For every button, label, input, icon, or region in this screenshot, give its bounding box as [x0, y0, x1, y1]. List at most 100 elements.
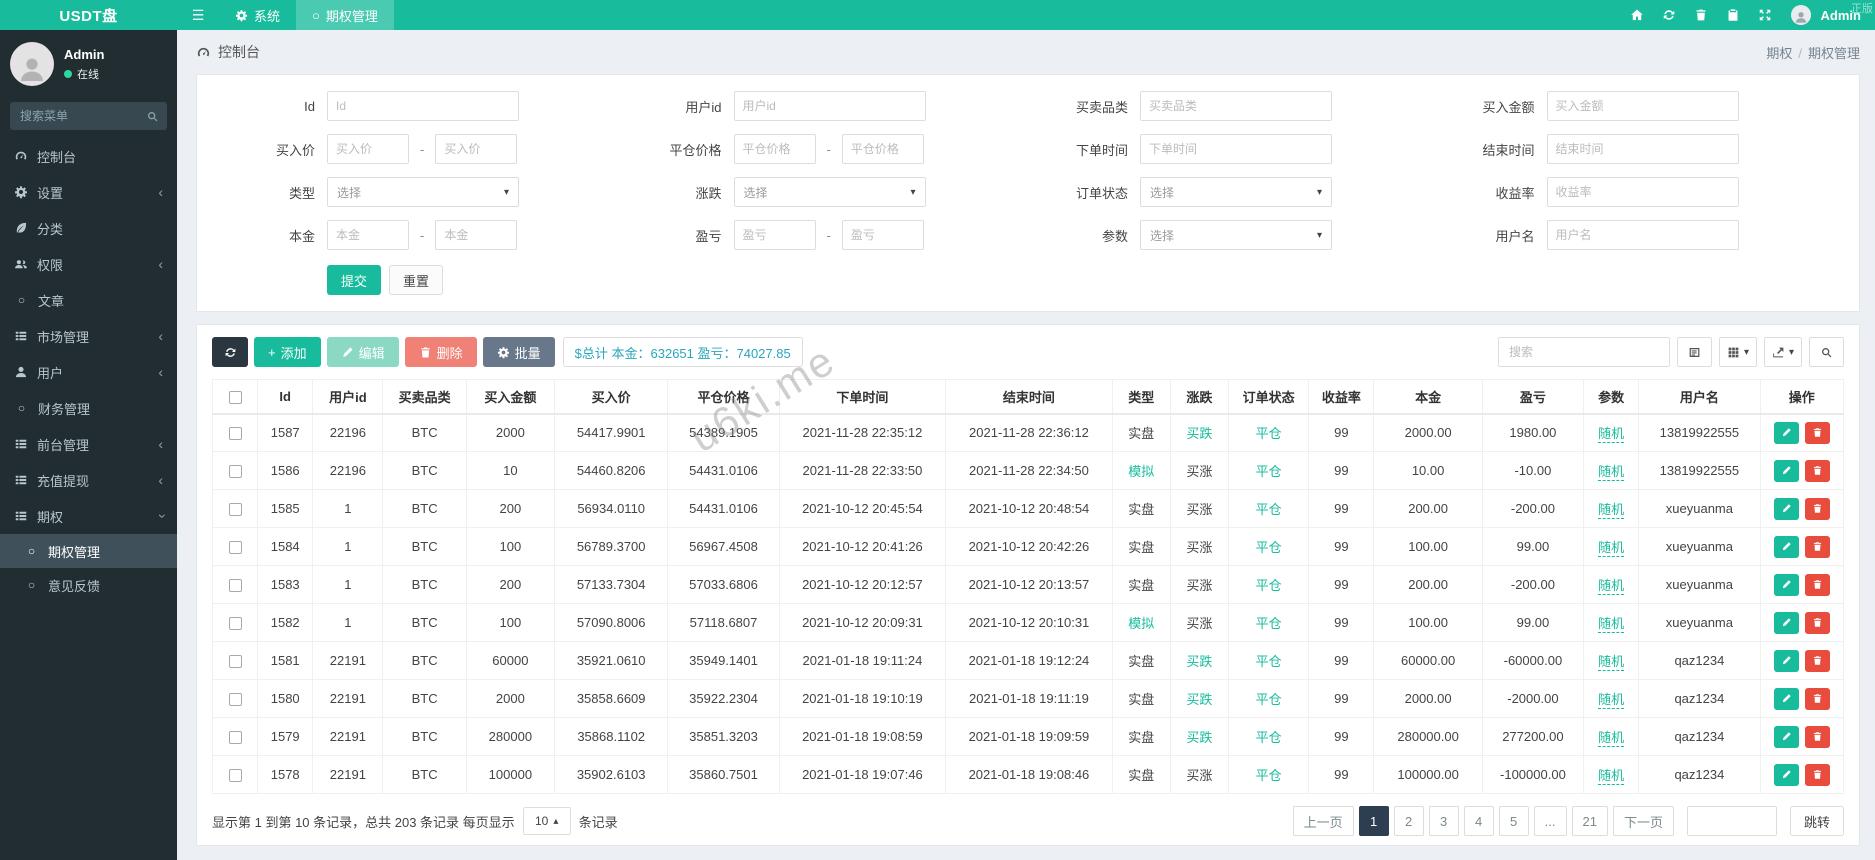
column-header-3[interactable]: 买入金额 [465, 379, 556, 415]
search-button[interactable] [1809, 337, 1844, 367]
column-header-15[interactable]: 用户名 [1638, 379, 1761, 415]
filter-param-select[interactable]: 选择 ▾ [1140, 220, 1332, 250]
column-header-10[interactable]: 订单状态 [1228, 379, 1310, 415]
filter-order-status-select[interactable]: 选择 ▾ [1140, 177, 1332, 207]
column-header-8[interactable]: 类型 [1111, 379, 1171, 415]
row-edit-button[interactable] [1773, 763, 1799, 786]
param-link[interactable]: 随机 [1598, 426, 1625, 444]
row-checkbox[interactable] [228, 427, 242, 441]
param-link[interactable]: 随机 [1598, 616, 1625, 633]
sidebar-item-options-manage[interactable]: ○ 期权管理 [0, 534, 177, 568]
filter-username-input[interactable] [1546, 220, 1739, 250]
filter-symbol-input[interactable] [1140, 91, 1332, 121]
app-logo[interactable]: USDT盘 [0, 0, 177, 30]
param-link[interactable]: 随机 [1598, 730, 1625, 747]
filter-user-id-input[interactable] [733, 91, 926, 121]
param-link[interactable]: 随机 [1598, 768, 1625, 785]
search-icon[interactable] [146, 110, 159, 123]
topbar-expand-button[interactable] [1751, 0, 1779, 30]
table-search-input[interactable] [1497, 337, 1670, 367]
breadcrumb-parent[interactable]: 期权 [1766, 46, 1792, 61]
page-21[interactable]: 21 [1571, 806, 1608, 836]
row-checkbox[interactable] [228, 731, 242, 745]
column-header-16[interactable]: 操作 [1759, 379, 1845, 415]
sidebar-item-dashboard[interactable]: 控制台 [0, 138, 177, 174]
topbar-home-button[interactable] [1623, 0, 1651, 30]
column-header-5[interactable]: 平仓价格 [667, 379, 780, 415]
sidebar-item-article[interactable]: ○ 文章 [0, 282, 177, 318]
row-delete-button[interactable] [1804, 573, 1830, 596]
row-edit-button[interactable] [1773, 611, 1799, 634]
delete-button[interactable]: 删除 [404, 337, 477, 367]
page-ellipsis[interactable]: ... [1533, 806, 1567, 836]
select-all-checkbox[interactable] [228, 390, 242, 404]
param-link[interactable]: 随机 [1598, 540, 1625, 557]
filter-end-time-input[interactable] [1546, 134, 1739, 164]
row-delete-button[interactable] [1804, 725, 1830, 748]
column-header-12[interactable]: 本金 [1373, 379, 1483, 415]
row-delete-button[interactable] [1804, 687, 1830, 710]
row-edit-button[interactable] [1773, 535, 1799, 558]
column-header-14[interactable]: 参数 [1583, 379, 1640, 415]
page-4[interactable]: 4 [1463, 806, 1494, 836]
filter-buy-amount-input[interactable] [1546, 91, 1739, 121]
sidebar-item-permission[interactable]: 权限 ‹ [0, 246, 177, 282]
sidebar-item-frontend[interactable]: 前台管理 ‹ [0, 426, 177, 462]
filter-buy-price-max-input[interactable] [435, 134, 518, 164]
topbar-refresh-button[interactable] [1655, 0, 1683, 30]
filter-principal-max-input[interactable] [435, 220, 518, 250]
filter-buy-price-min-input[interactable] [327, 134, 409, 164]
columns-button[interactable]: ▾ [1718, 337, 1757, 367]
page-3[interactable]: 3 [1428, 806, 1459, 836]
column-header-2[interactable]: 买卖品类 [382, 379, 467, 415]
sidebar-item-feedback[interactable]: ○ 意见反馈 [0, 568, 177, 602]
row-edit-button[interactable] [1773, 649, 1799, 672]
user-avatar[interactable] [10, 42, 54, 86]
sidebar-item-user[interactable]: 用户 ‹ [0, 354, 177, 390]
filter-profit-min-input[interactable] [733, 220, 816, 250]
page-size-select[interactable]: 10 ▴ [522, 807, 571, 835]
page-jump-input[interactable] [1686, 806, 1777, 836]
sidebar-item-options[interactable]: 期权 ‹ [0, 498, 177, 534]
filter-profit-max-input[interactable] [841, 220, 924, 250]
row-edit-button[interactable] [1773, 687, 1799, 710]
row-checkbox[interactable] [228, 579, 242, 593]
row-checkbox[interactable] [228, 617, 242, 631]
reset-button[interactable]: 重置 [389, 265, 444, 295]
page-5[interactable]: 5 [1498, 806, 1529, 836]
filter-close-price-min-input[interactable] [733, 134, 816, 164]
filter-order-time-input[interactable] [1140, 134, 1332, 164]
page-prev[interactable]: 上一页 [1292, 806, 1354, 836]
sidebar-item-market[interactable]: 市场管理 ‹ [0, 318, 177, 354]
row-edit-button[interactable] [1773, 573, 1799, 596]
row-checkbox[interactable] [228, 655, 242, 669]
sidebar-item-finance[interactable]: ○ 财务管理 [0, 390, 177, 426]
row-checkbox[interactable] [228, 693, 242, 707]
row-checkbox[interactable] [228, 541, 242, 555]
row-edit-button[interactable] [1773, 421, 1799, 444]
page-1[interactable]: 1 [1358, 806, 1389, 836]
row-edit-button[interactable] [1773, 459, 1799, 482]
filter-updown-select[interactable]: 选择 ▾ [733, 177, 926, 207]
nav-system[interactable]: 系统 [219, 0, 296, 30]
sidebar-toggle-button[interactable]: ☰ [177, 0, 219, 30]
export-button[interactable]: ▾ [1763, 337, 1802, 367]
column-header-11[interactable]: 收益率 [1308, 379, 1375, 415]
row-checkbox[interactable] [228, 503, 242, 517]
page-next[interactable]: 下一页 [1612, 806, 1674, 836]
batch-button[interactable]: 批量 [482, 337, 555, 367]
row-checkbox[interactable] [228, 465, 242, 479]
page-2[interactable]: 2 [1393, 806, 1424, 836]
filter-id-input[interactable] [327, 91, 519, 121]
row-delete-button[interactable] [1804, 421, 1830, 444]
select-all-header[interactable] [211, 379, 259, 415]
jump-button[interactable]: 跳转 [1789, 806, 1844, 836]
edit-button[interactable]: 编辑 [326, 337, 399, 367]
column-header-0[interactable]: Id [257, 379, 314, 415]
column-header-13[interactable]: 盈亏 [1481, 379, 1585, 415]
param-link[interactable]: 随机 [1598, 654, 1625, 671]
filter-principal-min-input[interactable] [327, 220, 409, 250]
param-link[interactable]: 随机 [1598, 464, 1625, 481]
detail-view-button[interactable] [1676, 337, 1712, 367]
avatar[interactable] [1790, 5, 1811, 25]
